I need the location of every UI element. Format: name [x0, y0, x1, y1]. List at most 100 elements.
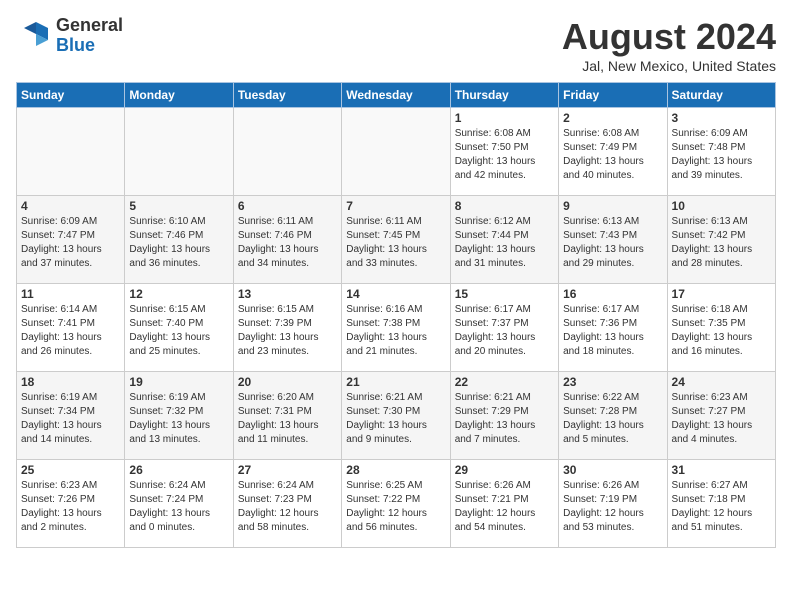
- day-info: Sunrise: 6:19 AM Sunset: 7:32 PM Dayligh…: [129, 391, 228, 447]
- calendar-cell: 13 Sunrise: 6:15 AM Sunset: 7:39 PM Dayli…: [233, 284, 341, 372]
- calendar-week-3: 11 Sunrise: 6:14 AM Sunset: 7:41 PM Dayli…: [17, 284, 776, 372]
- weekday-tuesday: Tuesday: [233, 83, 341, 108]
- calendar-cell: 29 Sunrise: 6:26 AM Sunset: 7:21 PM Dayli…: [450, 460, 558, 548]
- weekday-header-row: SundayMondayTuesdayWednesdayThursdayFrid…: [17, 83, 776, 108]
- logo-line2: Blue: [56, 36, 123, 56]
- calendar-cell: 31 Sunrise: 6:27 AM Sunset: 7:18 PM Dayli…: [667, 460, 775, 548]
- day-info: Sunrise: 6:23 AM Sunset: 7:27 PM Dayligh…: [672, 391, 771, 447]
- day-number: 8: [455, 199, 554, 213]
- day-info: Sunrise: 6:15 AM Sunset: 7:39 PM Dayligh…: [238, 303, 337, 359]
- weekday-thursday: Thursday: [450, 83, 558, 108]
- day-number: 9: [563, 199, 662, 213]
- day-info: Sunrise: 6:26 AM Sunset: 7:21 PM Dayligh…: [455, 479, 554, 535]
- weekday-friday: Friday: [559, 83, 667, 108]
- calendar-cell: 28 Sunrise: 6:25 AM Sunset: 7:22 PM Dayli…: [342, 460, 450, 548]
- day-info: Sunrise: 6:20 AM Sunset: 7:31 PM Dayligh…: [238, 391, 337, 447]
- calendar-cell: 17 Sunrise: 6:18 AM Sunset: 7:35 PM Dayli…: [667, 284, 775, 372]
- day-number: 12: [129, 287, 228, 301]
- day-number: 28: [346, 463, 445, 477]
- location: Jal, New Mexico, United States: [562, 58, 776, 74]
- calendar-cell: 23 Sunrise: 6:22 AM Sunset: 7:28 PM Dayli…: [559, 372, 667, 460]
- calendar-cell: 27Sunrise: 6:24 AM Sunset: 7:23 PM Dayli…: [233, 460, 341, 548]
- day-info: Sunrise: 6:19 AM Sunset: 7:34 PM Dayligh…: [21, 391, 120, 447]
- day-number: 17: [672, 287, 771, 301]
- day-number: 6: [238, 199, 337, 213]
- day-info: Sunrise: 6:18 AM Sunset: 7:35 PM Dayligh…: [672, 303, 771, 359]
- day-info: Sunrise: 6:11 AM Sunset: 7:46 PM Dayligh…: [238, 215, 337, 271]
- calendar-cell: 14 Sunrise: 6:16 AM Sunset: 7:38 PM Dayli…: [342, 284, 450, 372]
- calendar-cell: 2 Sunrise: 6:08 AM Sunset: 7:49 PM Daylig…: [559, 108, 667, 196]
- day-info: Sunrise: 6:23 AM Sunset: 7:26 PM Dayligh…: [21, 479, 120, 535]
- day-number: 22: [455, 375, 554, 389]
- page-header: General Blue August 2024 Jal, New Mexico…: [16, 16, 776, 74]
- day-number: 4: [21, 199, 120, 213]
- day-info: Sunrise: 6:24 AM Sunset: 7:24 PM Dayligh…: [129, 479, 228, 535]
- day-number: 30: [563, 463, 662, 477]
- calendar-week-1: 1Sunrise: 6:08 AM Sunset: 7:50 PM Daylig…: [17, 108, 776, 196]
- day-info: Sunrise: 6:15 AM Sunset: 7:40 PM Dayligh…: [129, 303, 228, 359]
- month-title: August 2024: [562, 16, 776, 58]
- logo-icon: [16, 18, 52, 54]
- day-info: Sunrise: 6:13 AM Sunset: 7:42 PM Dayligh…: [672, 215, 771, 271]
- day-number: 15: [455, 287, 554, 301]
- day-info: Sunrise: 6:13 AM Sunset: 7:43 PM Dayligh…: [563, 215, 662, 271]
- calendar-cell: 26 Sunrise: 6:24 AM Sunset: 7:24 PM Dayli…: [125, 460, 233, 548]
- calendar-week-4: 18Sunrise: 6:19 AM Sunset: 7:34 PM Dayli…: [17, 372, 776, 460]
- day-info: Sunrise: 6:09 AM Sunset: 7:47 PM Dayligh…: [21, 215, 120, 271]
- day-info: Sunrise: 6:14 AM Sunset: 7:41 PM Dayligh…: [21, 303, 120, 359]
- calendar-cell: 6 Sunrise: 6:11 AM Sunset: 7:46 PM Daylig…: [233, 196, 341, 284]
- day-number: 31: [672, 463, 771, 477]
- day-number: 27: [238, 463, 337, 477]
- day-number: 20: [238, 375, 337, 389]
- calendar-cell: 24 Sunrise: 6:23 AM Sunset: 7:27 PM Dayli…: [667, 372, 775, 460]
- day-info: Sunrise: 6:10 AM Sunset: 7:46 PM Dayligh…: [129, 215, 228, 271]
- calendar-cell: 1Sunrise: 6:08 AM Sunset: 7:50 PM Daylig…: [450, 108, 558, 196]
- logo: General Blue: [16, 16, 123, 56]
- day-info: Sunrise: 6:21 AM Sunset: 7:30 PM Dayligh…: [346, 391, 445, 447]
- day-number: 14: [346, 287, 445, 301]
- calendar-cell: [125, 108, 233, 196]
- day-info: Sunrise: 6:08 AM Sunset: 7:49 PM Dayligh…: [563, 127, 662, 183]
- calendar-cell: 22 Sunrise: 6:21 AM Sunset: 7:29 PM Dayli…: [450, 372, 558, 460]
- day-number: 26: [129, 463, 228, 477]
- calendar-cell: 9 Sunrise: 6:13 AM Sunset: 7:43 PM Daylig…: [559, 196, 667, 284]
- day-number: 24: [672, 375, 771, 389]
- weekday-wednesday: Wednesday: [342, 83, 450, 108]
- weekday-saturday: Saturday: [667, 83, 775, 108]
- calendar-cell: 4 Sunrise: 6:09 AM Sunset: 7:47 PM Daylig…: [17, 196, 125, 284]
- day-number: 16: [563, 287, 662, 301]
- calendar-cell: [233, 108, 341, 196]
- calendar-cell: 8 Sunrise: 6:12 AM Sunset: 7:44 PM Daylig…: [450, 196, 558, 284]
- calendar-body: 1Sunrise: 6:08 AM Sunset: 7:50 PM Daylig…: [17, 108, 776, 548]
- day-info: Sunrise: 6:21 AM Sunset: 7:29 PM Dayligh…: [455, 391, 554, 447]
- calendar-cell: 15Sunrise: 6:17 AM Sunset: 7:37 PM Dayli…: [450, 284, 558, 372]
- day-info: Sunrise: 6:17 AM Sunset: 7:36 PM Dayligh…: [563, 303, 662, 359]
- day-info: Sunrise: 6:11 AM Sunset: 7:45 PM Dayligh…: [346, 215, 445, 271]
- calendar-cell: 7Sunrise: 6:11 AM Sunset: 7:45 PM Daylig…: [342, 196, 450, 284]
- day-info: Sunrise: 6:09 AM Sunset: 7:48 PM Dayligh…: [672, 127, 771, 183]
- day-number: 13: [238, 287, 337, 301]
- calendar-week-2: 4 Sunrise: 6:09 AM Sunset: 7:47 PM Daylig…: [17, 196, 776, 284]
- day-info: Sunrise: 6:22 AM Sunset: 7:28 PM Dayligh…: [563, 391, 662, 447]
- day-info: Sunrise: 6:08 AM Sunset: 7:50 PM Dayligh…: [455, 127, 554, 183]
- day-number: 2: [563, 111, 662, 125]
- logo-text: General Blue: [56, 16, 123, 56]
- calendar-cell: 19Sunrise: 6:19 AM Sunset: 7:32 PM Dayli…: [125, 372, 233, 460]
- calendar-cell: [17, 108, 125, 196]
- day-info: Sunrise: 6:27 AM Sunset: 7:18 PM Dayligh…: [672, 479, 771, 535]
- day-number: 11: [21, 287, 120, 301]
- calendar-cell: 10 Sunrise: 6:13 AM Sunset: 7:42 PM Dayli…: [667, 196, 775, 284]
- day-number: 23: [563, 375, 662, 389]
- calendar-cell: 20 Sunrise: 6:20 AM Sunset: 7:31 PM Dayli…: [233, 372, 341, 460]
- day-number: 29: [455, 463, 554, 477]
- day-number: 21: [346, 375, 445, 389]
- day-info: Sunrise: 6:26 AM Sunset: 7:19 PM Dayligh…: [563, 479, 662, 535]
- day-info: Sunrise: 6:16 AM Sunset: 7:38 PM Dayligh…: [346, 303, 445, 359]
- calendar-cell: [342, 108, 450, 196]
- day-info: Sunrise: 6:12 AM Sunset: 7:44 PM Dayligh…: [455, 215, 554, 271]
- calendar-cell: 16 Sunrise: 6:17 AM Sunset: 7:36 PM Dayli…: [559, 284, 667, 372]
- day-number: 10: [672, 199, 771, 213]
- day-info: Sunrise: 6:25 AM Sunset: 7:22 PM Dayligh…: [346, 479, 445, 535]
- weekday-monday: Monday: [125, 83, 233, 108]
- calendar-cell: 30 Sunrise: 6:26 AM Sunset: 7:19 PM Dayli…: [559, 460, 667, 548]
